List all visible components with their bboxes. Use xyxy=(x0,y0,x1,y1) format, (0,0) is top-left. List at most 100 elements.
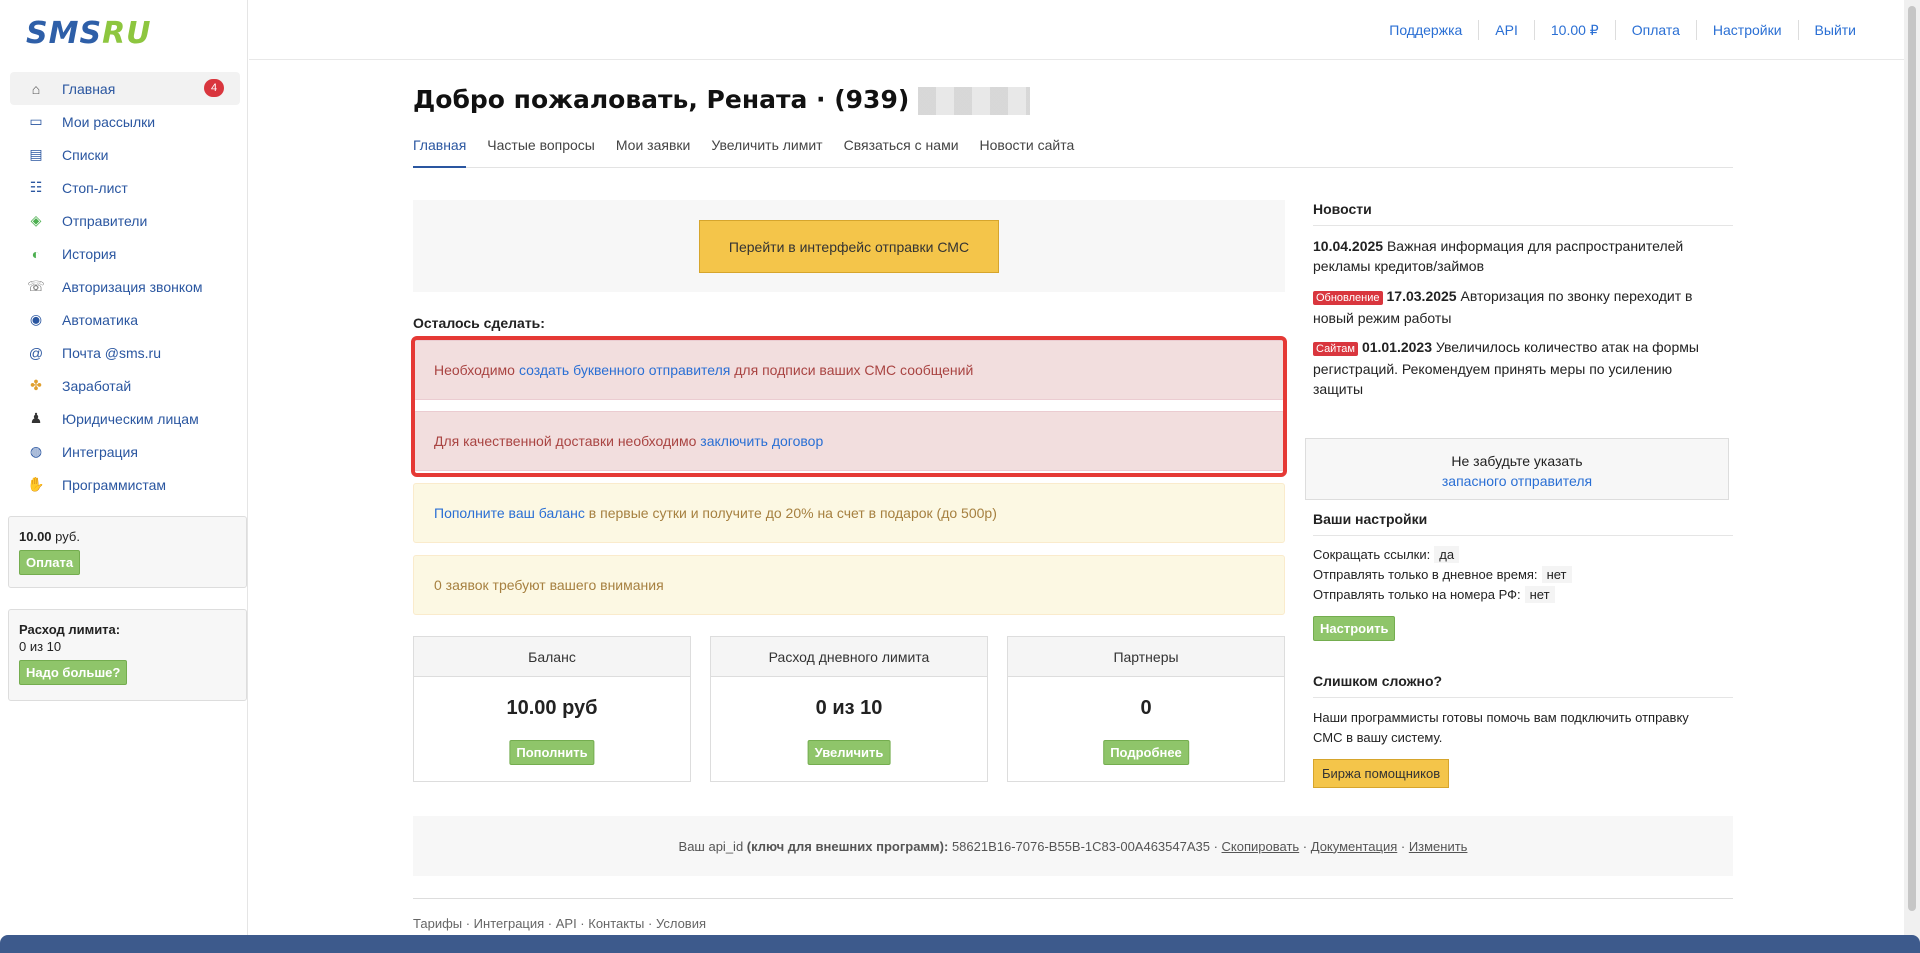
sidebar-balance-amount: 10.00 xyxy=(19,529,52,544)
news-item[interactable]: Сайтам 01.01.2023 Увеличилось количество … xyxy=(1313,337,1713,399)
nav-settings[interactable]: Настройки xyxy=(1695,20,1798,40)
home-icon: ⌂ xyxy=(31,80,41,97)
sidebar-item-automation[interactable]: ◉ Автоматика xyxy=(10,303,240,336)
footer-links[interactable]: Тарифы · Интеграция · API · Контакты · У… xyxy=(413,916,706,931)
sidebar-item-lists[interactable]: ▤ Списки xyxy=(10,138,240,171)
stat-partners: Партнеры 0 Подробнее xyxy=(1007,636,1285,782)
history-icon: ◐ xyxy=(31,245,41,262)
hand-icon: ✋ xyxy=(27,476,45,492)
sidebar-item-legal[interactable]: ♟ Юридическим лицам xyxy=(10,402,240,435)
help-text: Наши программисты готовы помочь вам подк… xyxy=(1313,710,1689,745)
stat-limit-value: 0 из 10 xyxy=(815,697,883,719)
tag-icon: ◈ xyxy=(30,212,42,228)
nav-api[interactable]: API xyxy=(1478,20,1534,40)
tab-increase-limit[interactable]: Увеличить лимит xyxy=(711,137,822,168)
stop-list-icon: ☷ xyxy=(29,179,43,195)
stat-balance-title: Баланс xyxy=(414,637,690,677)
scrollbar[interactable] xyxy=(1904,0,1920,940)
scrollbar-thumb[interactable] xyxy=(1908,6,1916,911)
helpers-exchange-button[interactable]: Биржа помощников xyxy=(1313,759,1450,788)
top-nav: Поддержка API 10.00 ₽ Оплата Настройки В… xyxy=(1373,20,1872,40)
alert-requests: 0 заявок требуют вашего внимания xyxy=(413,555,1285,615)
stat-partners-title: Партнеры xyxy=(1008,637,1284,677)
integration-icon: ◍ xyxy=(29,443,43,459)
update-tag: Обновление xyxy=(1313,291,1383,305)
setting-row: Отправлять только в дневное время: нет xyxy=(1313,566,1572,583)
footer-divider xyxy=(413,898,1733,899)
alert-create-sender: Необходимо создать буквенного отправител… xyxy=(413,340,1285,400)
lists-icon: ▤ xyxy=(29,146,43,162)
sidebar-item-call-auth[interactable]: ☏ Авторизация звонком xyxy=(10,270,240,303)
nav-balance[interactable]: 10.00 ₽ xyxy=(1533,20,1615,40)
sites-tag: Сайтам xyxy=(1313,342,1358,356)
backup-sender-link[interactable]: запасного отправителя xyxy=(1442,473,1592,489)
top-up-link[interactable]: Пополните ваш баланс xyxy=(434,505,585,521)
sidebar-item-programmers[interactable]: ✋ Программистам xyxy=(10,468,240,501)
setting-row: Сокращать ссылки: да xyxy=(1313,546,1460,563)
sidebar-item-stop-list[interactable]: ☷ Стоп-лист xyxy=(10,171,240,204)
sidebar-item-home[interactable]: ⌂ Главная 4 xyxy=(10,72,240,105)
alert-top-up: Пополните ваш баланс в первые сутки и по… xyxy=(413,483,1285,543)
tab-my-requests[interactable]: Мои заявки xyxy=(616,137,690,168)
sidebar-balance-box: 10.00 руб. Оплата xyxy=(8,516,247,588)
sidebar-item-history[interactable]: ◐ История xyxy=(10,237,240,270)
tab-news[interactable]: Новости сайта xyxy=(980,137,1075,168)
logo[interactable]: SMSRU xyxy=(26,16,152,51)
api-key-panel: Ваш api_id (ключ для внешних программ): … xyxy=(413,816,1733,876)
backup-sender-reminder: Не забудьте указать запасного отправител… xyxy=(1305,438,1729,500)
main-tabs: Главная Частые вопросы Мои заявки Увелич… xyxy=(413,137,1733,168)
sidebar-item-mail[interactable]: @ Почта @sms.ru xyxy=(10,336,240,369)
sign-contract-link[interactable]: заключить договор xyxy=(700,433,823,449)
stat-limit-title: Расход дневного лимита xyxy=(711,637,987,677)
sidebar: SMSRU ⌂ Главная 4 ▭ Мои рассылки ▤ Списки ☷ С… xyxy=(0,0,248,953)
go-to-sms-interface-button[interactable]: Перейти в интерфейс отправки СМС xyxy=(699,220,999,273)
sidebar-limit-title: Расход лимита: xyxy=(19,622,121,637)
top-up-button[interactable]: Пополнить xyxy=(509,740,595,765)
sidebar-limit-box: Расход лимита: 0 из 10 Надо больше? xyxy=(8,609,247,701)
sidebar-item-earn[interactable]: ✤ Заработай xyxy=(10,369,240,402)
robot-icon: ◉ xyxy=(29,311,43,327)
nav-logout[interactable]: Выйти xyxy=(1797,20,1872,40)
nav-pay[interactable]: Оплата xyxy=(1614,20,1696,40)
nav-support[interactable]: Поддержка xyxy=(1373,20,1478,40)
notification-badge: 4 xyxy=(204,79,224,97)
stat-daily-limit: Расход дневного лимита 0 из 10 Увеличить xyxy=(710,636,988,782)
stat-balance: Баланс 10.00 руб Пополнить xyxy=(413,636,691,782)
setting-row: Отправлять только на номера РФ: нет xyxy=(1313,586,1555,603)
tab-faq[interactable]: Частые вопросы xyxy=(487,137,595,168)
sidebar-item-senders[interactable]: ◈ Отправители xyxy=(10,204,240,237)
documentation-link[interactable]: Документация xyxy=(1311,839,1398,854)
page-title: Добро пожаловать, Рената · (939) xyxy=(413,85,1030,115)
header-divider xyxy=(249,59,1920,60)
stat-balance-value: 10.00 руб xyxy=(506,697,598,719)
todo-label: Осталось сделать: xyxy=(413,315,545,331)
increase-limit-button[interactable]: Увеличить xyxy=(807,740,891,765)
settings-title: Ваши настройки xyxy=(1313,511,1733,536)
masked-phone xyxy=(917,87,1030,115)
sidebar-limit-value: 0 из 10 xyxy=(19,639,62,654)
phone-icon: ☏ xyxy=(27,278,45,294)
change-api-key-link[interactable]: Изменить xyxy=(1409,839,1468,854)
copy-api-key-link[interactable]: Скопировать xyxy=(1222,839,1300,854)
configure-button[interactable]: Настроить xyxy=(1313,616,1396,641)
help-title: Слишком сложно? xyxy=(1313,673,1733,698)
sidebar-item-integration[interactable]: ◍ Интеграция xyxy=(10,435,240,468)
mailings-icon: ▭ xyxy=(29,113,43,129)
at-icon: @ xyxy=(28,344,44,361)
cta-panel: Перейти в интерфейс отправки СМС xyxy=(413,200,1285,292)
alert-contract: Для качественной доставки необходимо зак… xyxy=(413,411,1285,471)
create-sender-link[interactable]: создать буквенного отправителя xyxy=(519,362,730,378)
sidebar-need-more-button[interactable]: Надо больше? xyxy=(19,660,128,685)
sidebar-pay-button[interactable]: Оплата xyxy=(19,550,81,575)
sidebar-item-mailings[interactable]: ▭ Мои рассылки xyxy=(10,105,240,138)
news-title: Новости xyxy=(1313,201,1733,226)
news-item[interactable]: Обновление 17.03.2025 Авторизация по звон… xyxy=(1313,286,1713,328)
partners-details-button[interactable]: Подробнее xyxy=(1103,740,1189,765)
handshake-icon: ✤ xyxy=(30,377,42,393)
tab-home[interactable]: Главная xyxy=(413,137,467,168)
api-key-value: 58621B16-7076-B55B-1C83-00A463547A35 · xyxy=(948,838,1222,854)
tab-contact[interactable]: Связаться с нами xyxy=(844,137,959,168)
news-item[interactable]: 10.04.2025 Важная информация для распрос… xyxy=(1313,236,1713,276)
stat-partners-value: 0 xyxy=(1140,697,1152,719)
sidebar-menu: ⌂ Главная 4 ▭ Мои рассылки ▤ Списки ☷ Стоп-ли… xyxy=(10,72,240,501)
